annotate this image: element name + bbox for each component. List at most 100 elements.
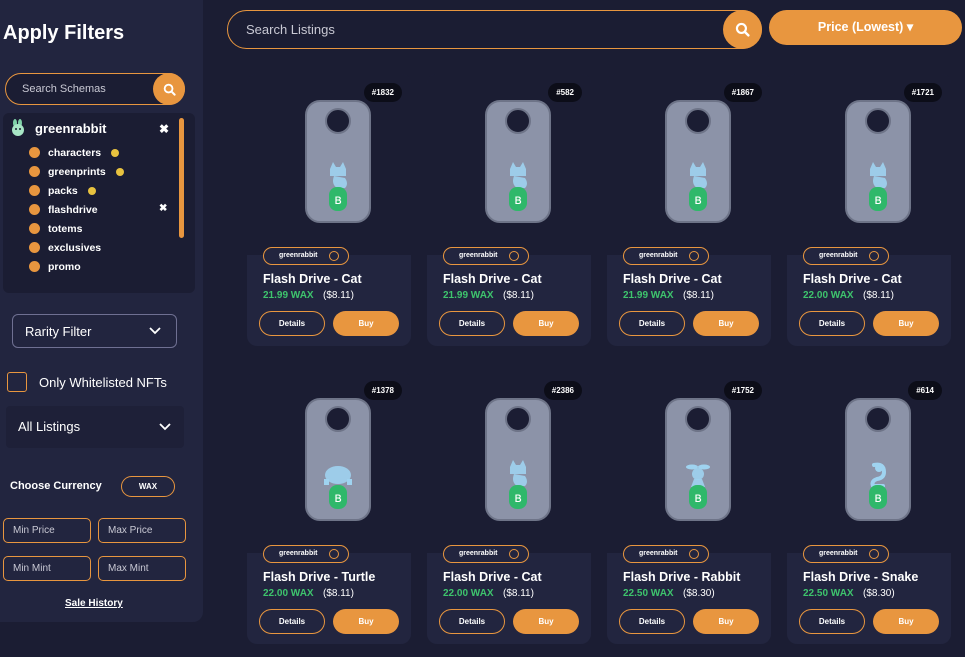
- verified-check-icon: [689, 251, 699, 261]
- wax-price: 22.00 WAX: [263, 588, 314, 599]
- details-button[interactable]: Details: [799, 609, 865, 634]
- verified-check-icon: [689, 549, 699, 559]
- nft-image[interactable]: ʙ #614: [787, 372, 951, 553]
- collection-badge[interactable]: greenrabbit: [803, 247, 889, 265]
- details-button[interactable]: Details: [619, 311, 685, 336]
- nft-image[interactable]: ʙ #1752: [607, 372, 771, 553]
- schema-item[interactable]: characters: [29, 143, 179, 162]
- remove-schema-icon[interactable]: ✖: [159, 203, 167, 214]
- nft-image[interactable]: ʙ #1721: [787, 74, 951, 255]
- nft-image[interactable]: ʙ #582: [427, 74, 591, 255]
- details-button[interactable]: Details: [619, 609, 685, 634]
- nft-image[interactable]: ʙ #1832: [247, 74, 411, 255]
- schema-list: characters greenprints packs flashdrive ✖ tot…: [29, 143, 179, 276]
- mint-number-badge: #1752: [723, 381, 762, 400]
- flash-drive-image: ʙ: [845, 100, 911, 223]
- whitelist-checkbox[interactable]: [7, 372, 27, 392]
- collection-badge[interactable]: greenrabbit: [263, 545, 349, 563]
- currency-selector[interactable]: WAX: [121, 476, 175, 497]
- search-icon: [163, 83, 176, 96]
- details-button[interactable]: Details: [799, 311, 865, 336]
- listing-card[interactable]: ʙ #614 greenrabbit Flash Drive - Snake 22.50…: [787, 372, 951, 644]
- usd-price: ($8.11): [323, 290, 354, 301]
- collection-badge-label: greenrabbit: [279, 550, 318, 557]
- verified-check-icon: [509, 251, 519, 261]
- wax-price: 22.50 WAX: [623, 588, 674, 599]
- sort-dropdown-button[interactable]: Price (Lowest) ▾: [769, 10, 962, 45]
- schema-item[interactable]: packs: [29, 181, 179, 200]
- card-title: Flash Drive - Cat: [803, 272, 902, 286]
- buy-button[interactable]: Buy: [513, 609, 579, 634]
- schema-label: greenprints: [48, 165, 106, 178]
- nft-image[interactable]: ʙ #1867: [607, 74, 771, 255]
- nft-image[interactable]: ʙ #1378: [247, 372, 411, 553]
- currency-label: Choose Currency: [10, 480, 102, 492]
- details-button[interactable]: Details: [259, 609, 325, 634]
- filter-sidebar: Apply Filters Search Schemas greenrabbit…: [0, 0, 203, 622]
- rarity-filter-dropdown[interactable]: Rarity Filter: [12, 314, 177, 348]
- collection-badge[interactable]: greenrabbit: [623, 545, 709, 563]
- collection-badge[interactable]: greenrabbit: [443, 247, 529, 265]
- svg-text:ʙ: ʙ: [514, 193, 522, 208]
- listing-search-button[interactable]: [723, 10, 762, 49]
- details-button[interactable]: Details: [259, 311, 325, 336]
- usd-price: ($8.11): [323, 588, 354, 599]
- schema-label: characters: [48, 146, 102, 159]
- nft-image[interactable]: ʙ #2386: [427, 372, 591, 553]
- collection-badge[interactable]: greenrabbit: [623, 247, 709, 265]
- buy-button[interactable]: Buy: [333, 311, 399, 336]
- verified-check-icon: [869, 251, 879, 261]
- svg-text:ʙ: ʙ: [514, 491, 522, 506]
- schema-item[interactable]: flashdrive ✖: [29, 200, 179, 219]
- collection-badge[interactable]: greenrabbit: [803, 545, 889, 563]
- details-button[interactable]: Details: [439, 311, 505, 336]
- schema-item[interactable]: promo: [29, 257, 179, 276]
- mint-number-badge: #1378: [363, 381, 402, 400]
- whitelist-toggle[interactable]: Only Whitelisted NFTs: [7, 372, 167, 392]
- listing-card[interactable]: ʙ #1752 greenrabbit Flash Drive - Rabbit 22.…: [607, 372, 771, 644]
- collection-badge-label: greenrabbit: [279, 252, 318, 259]
- schema-item[interactable]: totems: [29, 219, 179, 238]
- min-mint-field[interactable]: Min Mint: [3, 556, 91, 581]
- sale-history-link[interactable]: Sale History: [65, 598, 123, 609]
- buy-button[interactable]: Buy: [873, 609, 939, 634]
- scrollbar[interactable]: [179, 118, 184, 238]
- buy-button[interactable]: Buy: [873, 311, 939, 336]
- listing-card[interactable]: ʙ #1721 greenrabbit Flash Drive - Cat 22.00 …: [787, 74, 951, 346]
- min-price-field[interactable]: Min Price: [3, 518, 91, 543]
- schema-item[interactable]: exclusives: [29, 238, 179, 257]
- card-title: Flash Drive - Cat: [263, 272, 362, 286]
- sort-label: Price (Lowest): [817, 20, 904, 34]
- buy-button[interactable]: Buy: [513, 311, 579, 336]
- listing-card[interactable]: ʙ #2386 greenrabbit Flash Drive - Cat 22.00 …: [427, 372, 591, 644]
- max-price-placeholder: Max Price: [108, 525, 153, 536]
- schema-search-field[interactable]: Search Schemas: [5, 73, 185, 105]
- buy-button[interactable]: Buy: [693, 311, 759, 336]
- remove-collection-icon[interactable]: ✖: [159, 122, 169, 136]
- wax-price: 22.00 WAX: [803, 290, 854, 301]
- buy-button[interactable]: Buy: [333, 609, 399, 634]
- svg-text:ʙ: ʙ: [874, 193, 882, 208]
- verified-check-icon: [329, 251, 339, 261]
- schema-dot-icon: [29, 204, 40, 215]
- listing-search-field[interactable]: Search Listings: [227, 10, 762, 49]
- listing-card[interactable]: ʙ #582 greenrabbit Flash Drive - Cat 21.99 W…: [427, 74, 591, 346]
- collection-badge[interactable]: greenrabbit: [443, 545, 529, 563]
- collection-badge[interactable]: greenrabbit: [263, 247, 349, 265]
- max-price-field[interactable]: Max Price: [98, 518, 186, 543]
- usd-price: ($8.11): [863, 290, 894, 301]
- schema-item[interactable]: greenprints: [29, 162, 179, 181]
- svg-text:ʙ: ʙ: [694, 193, 702, 208]
- buy-button[interactable]: Buy: [693, 609, 759, 634]
- listing-card[interactable]: ʙ #1867 greenrabbit Flash Drive - Cat 21.99 …: [607, 74, 771, 346]
- listing-card[interactable]: ʙ #1378 greenrabbit Flash Drive - Turtle 22.…: [247, 372, 411, 644]
- collection-header[interactable]: greenrabbit: [9, 119, 107, 137]
- details-button[interactable]: Details: [439, 609, 505, 634]
- collection-name: greenrabbit: [35, 120, 107, 136]
- schema-search-button[interactable]: [153, 73, 185, 105]
- listing-card[interactable]: ʙ #1832 greenrabbit Flash Drive - Cat 21.99 …: [247, 74, 411, 346]
- card-title: Flash Drive - Snake: [803, 570, 919, 584]
- max-mint-field[interactable]: Max Mint: [98, 556, 186, 581]
- svg-text:ʙ: ʙ: [874, 491, 882, 506]
- listings-dropdown[interactable]: All Listings: [6, 406, 184, 448]
